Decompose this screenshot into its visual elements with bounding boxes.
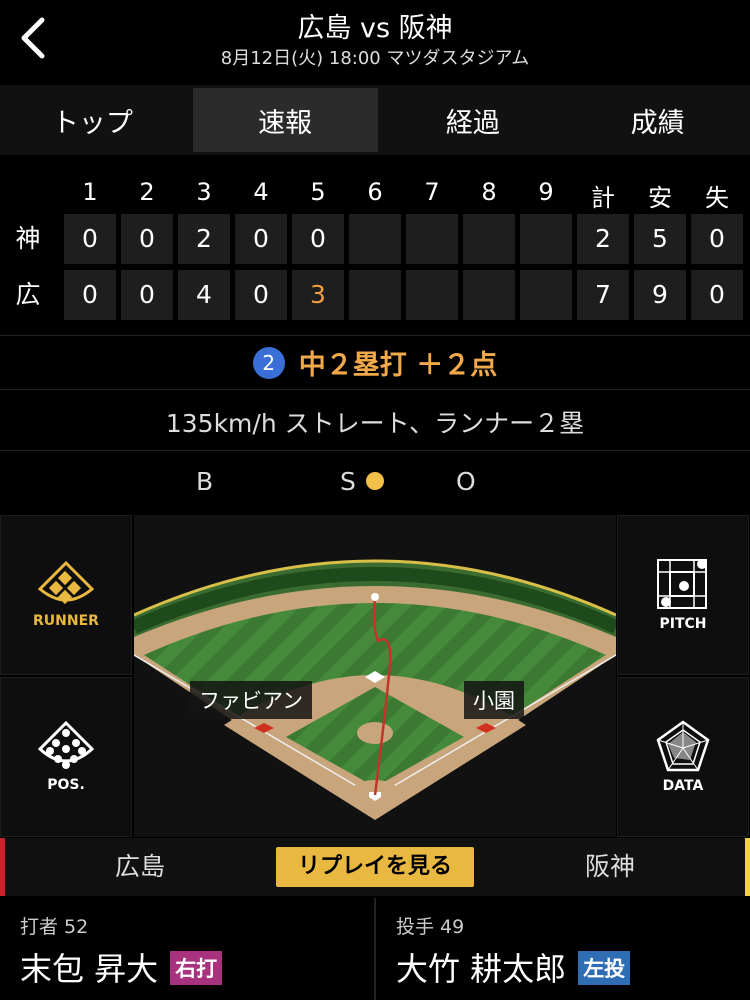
score-cell: 0: [64, 214, 116, 264]
pitcher-name-row: 大竹 耕太郎 左投: [396, 944, 631, 990]
score-cell: 0: [235, 214, 287, 264]
baseball-field: ファビアン 小園: [134, 515, 616, 837]
tab-progress[interactable]: 経過: [381, 85, 566, 155]
out-count-badge: 2: [252, 346, 285, 379]
right-fielder-label: 小園: [464, 681, 524, 719]
scoreboard-header-cell: 7: [424, 178, 440, 206]
batter-name: 末包 昇大: [20, 950, 159, 988]
strike-label: S: [340, 467, 356, 496]
pitcher-hand-tag: 左投: [578, 951, 631, 985]
position-icon: [38, 721, 94, 769]
play-text: 中２塁打 ＋２点: [298, 350, 498, 381]
tab-bar: トップ 速報 経過 成績: [0, 85, 750, 155]
pitch-info: 135km/h ストレート、ランナー２塁: [0, 393, 750, 451]
batter-card[interactable]: 打者 52 末包 昇大 右打: [0, 898, 374, 1000]
pitch-grid-icon: [657, 559, 707, 609]
score-cell: [349, 270, 401, 320]
play-result: 2 中２塁打 ＋２点: [0, 335, 750, 390]
out-label: O: [456, 467, 476, 496]
batter-name-row: 末包 昇大 右打: [20, 944, 223, 990]
tab-live[interactable]: 速報: [192, 88, 378, 152]
runner-label: RUNNER: [33, 613, 99, 629]
field-diagram: [134, 559, 616, 820]
pitch-label: PITCH: [659, 616, 707, 632]
scoreboard-header-cell: 8: [481, 178, 497, 206]
score-cell: [406, 214, 458, 264]
score-cell: 9: [634, 270, 686, 320]
score-cell: 2: [178, 214, 230, 264]
pitch-button[interactable]: PITCH: [617, 515, 749, 675]
home-team-button[interactable]: 広島: [60, 838, 220, 896]
game-subtitle: 8月12日(火) 18:00 マツダスタジアム: [220, 48, 530, 69]
player-divider: [374, 898, 376, 1000]
radar-chart-icon: [656, 720, 710, 772]
ball-label: B: [196, 467, 214, 496]
scoreboard-header-cell: 失: [705, 184, 729, 212]
header: 広島 vs 阪神 8月12日(火) 18:00 マツダスタジアム: [0, 0, 750, 80]
score-cell: [463, 214, 515, 264]
batter-hand-tag: 右打: [170, 951, 223, 985]
away-team-color-bar: [745, 838, 750, 896]
tab-stats[interactable]: 成績: [565, 85, 750, 155]
data-label: DATA: [662, 778, 704, 794]
score-cell: 0: [691, 214, 743, 264]
scoreboard-team-label: 神: [15, 224, 41, 253]
position-label: POS.: [47, 777, 85, 793]
scoreboard-header-cell: 6: [367, 178, 383, 206]
game-title: 広島 vs 阪神: [297, 13, 453, 44]
scoreboard-header-cell: 計: [591, 184, 615, 212]
scoreboard-header-cell: 3: [196, 178, 212, 206]
scoreboard-row-home: 広00403790: [0, 270, 750, 320]
pitcher-card[interactable]: 投手 49 大竹 耕太郎 左投: [376, 898, 750, 1000]
runner-diamond-icon: [38, 561, 94, 605]
team-bar: 広島 リプレイを見る 阪神: [0, 838, 750, 896]
data-button[interactable]: DATA: [617, 677, 749, 837]
scoreboard-header-cell: 4: [253, 178, 269, 206]
home-team-color-bar: [0, 838, 5, 896]
scoreboard-header-cell: 9: [538, 178, 554, 206]
score-cell: [349, 214, 401, 264]
score-cell: 7: [577, 270, 629, 320]
score-cell: 0: [121, 214, 173, 264]
score-cell: [520, 270, 572, 320]
position-button[interactable]: POS.: [0, 677, 132, 837]
score-cell: 0: [121, 270, 173, 320]
score-cell: 0: [64, 270, 116, 320]
score-cell: 3: [292, 270, 344, 320]
scoreboard-team-label: 広: [15, 280, 41, 309]
scoreboard-header-cell: 5: [310, 178, 326, 206]
score-cell: [463, 270, 515, 320]
score-cell: [520, 214, 572, 264]
runner-button[interactable]: RUNNER: [0, 515, 132, 675]
replay-button[interactable]: リプレイを見る: [276, 847, 474, 887]
score-cell: 0: [235, 270, 287, 320]
batter-number: 打者 52: [20, 916, 89, 938]
score-cell: 2: [577, 214, 629, 264]
score-cell: 4: [178, 270, 230, 320]
pitcher-number: 投手 49: [396, 916, 465, 938]
strike-indicator: [366, 472, 384, 490]
scoreboard-header-cell: 1: [82, 178, 98, 206]
tab-top[interactable]: トップ: [0, 85, 185, 155]
pitcher-name: 大竹 耕太郎: [396, 950, 567, 988]
scoreboard-row-away: 神00200250: [0, 214, 750, 264]
scoreboard-header-cell: 2: [139, 178, 155, 206]
left-fielder-label: ファビアン: [190, 681, 313, 719]
away-team-button[interactable]: 阪神: [530, 838, 690, 896]
scoreboard-header-cell: 安: [648, 184, 672, 212]
score-cell: 5: [634, 214, 686, 264]
score-cell: 0: [292, 214, 344, 264]
score-cell: [406, 270, 458, 320]
score-cell: 0: [691, 270, 743, 320]
